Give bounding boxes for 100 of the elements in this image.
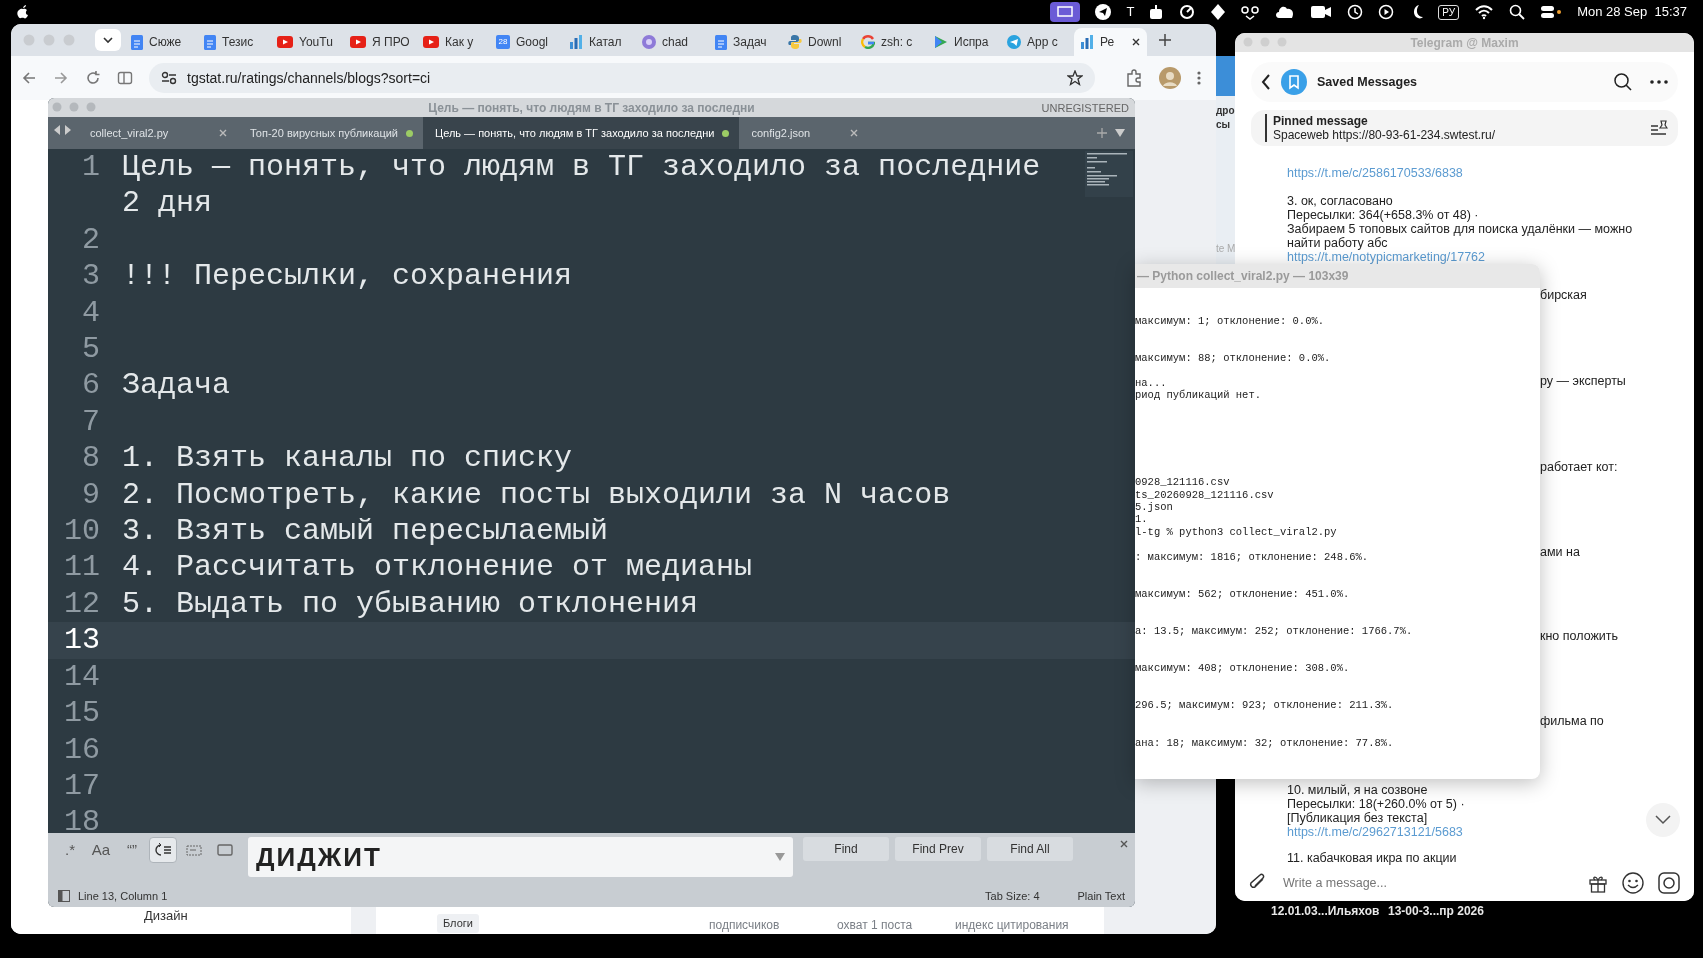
editor-tab[interactable]: Цель — понять, что людям в ТГ заходило за последни bbox=[423, 117, 740, 149]
message-text: 10. милый, я на созвоне bbox=[1287, 783, 1429, 797]
find-button[interactable]: Find Prev bbox=[895, 837, 981, 861]
line-number: 1 bbox=[81, 149, 100, 186]
search-field[interactable]: ДИДЖИТ bbox=[248, 837, 793, 877]
status-text[interactable]: Т bbox=[1126, 2, 1135, 22]
browser-tab[interactable]: Тезис bbox=[198, 28, 271, 56]
site-settings-icon[interactable] bbox=[161, 71, 177, 85]
play-icon[interactable] bbox=[1378, 4, 1395, 20]
option-toggle[interactable]: .* bbox=[56, 837, 84, 863]
gauge-icon[interactable] bbox=[1178, 4, 1197, 20]
browser-tab[interactable]: Сюже bbox=[125, 28, 198, 56]
category-tag[interactable]: Блоги bbox=[437, 914, 479, 933]
option-toggle[interactable]: “” bbox=[118, 837, 146, 863]
diamond-icon[interactable] bbox=[1211, 4, 1226, 20]
browser-tab[interactable]: YouTu bbox=[271, 28, 344, 56]
cloud-icon[interactable] bbox=[1275, 4, 1296, 20]
emoji-icon[interactable] bbox=[1622, 872, 1644, 894]
selection-icon bbox=[185, 842, 203, 858]
browser-tab[interactable]: Я ПРО bbox=[344, 28, 417, 56]
pinned-message-bar[interactable]: Pinned message Spaceweb https://80-93-61-234.swtest.ru/ bbox=[1251, 110, 1678, 146]
browser-tab[interactable]: zsh: c bbox=[855, 28, 928, 56]
browser-tab[interactable]: App c bbox=[1001, 28, 1074, 56]
video-play-icon bbox=[277, 36, 293, 48]
panel-icon[interactable] bbox=[58, 890, 70, 902]
window-text: дро bbox=[1216, 104, 1236, 118]
find-button[interactable]: Find bbox=[803, 837, 889, 861]
multicolor-ring-icon bbox=[861, 35, 875, 49]
calendar-icon: 28 bbox=[496, 35, 510, 49]
bar-chart-icon bbox=[1080, 35, 1094, 49]
terminal-line: 1. bbox=[1135, 513, 1149, 526]
message-text: кно положить bbox=[1540, 629, 1619, 643]
minimap[interactable] bbox=[1085, 151, 1133, 197]
dropdown-icon[interactable] bbox=[1115, 129, 1125, 137]
message-text: 11. кабачковая икра по акции bbox=[1287, 851, 1458, 865]
browser-tab[interactable]: Downl bbox=[782, 28, 855, 56]
pinned-label: Pinned message bbox=[1273, 114, 1369, 128]
reload-icon[interactable] bbox=[85, 70, 101, 86]
dropdown-icon[interactable] bbox=[775, 853, 785, 861]
browser-tab[interactable]: Катал bbox=[563, 28, 636, 56]
new-tab-icon[interactable] bbox=[1159, 34, 1171, 46]
close-icon[interactable] bbox=[1131, 37, 1141, 47]
apple-icon bbox=[16, 4, 30, 20]
bookmark-avatar-icon bbox=[1281, 69, 1307, 95]
terminal-line: ана: 18; максимум: 32; отклонение: 77.8%. bbox=[1135, 736, 1395, 750]
file-label[interactable]: 12.01.03...Ильяхов bbox=[1271, 902, 1380, 920]
search-icon[interactable] bbox=[1509, 4, 1526, 20]
browser-tab[interactable]: 28 Googl bbox=[490, 28, 563, 56]
message-text: ами на bbox=[1540, 545, 1580, 559]
browser-tab[interactable]: Как у bbox=[417, 28, 490, 56]
terminal-line: ts_20260928_121116.csv bbox=[1135, 488, 1275, 501]
document-icon bbox=[715, 34, 727, 50]
line-number: 10 bbox=[63, 513, 100, 550]
tab-arrows-icon[interactable] bbox=[54, 125, 72, 135]
more-icon[interactable] bbox=[1650, 80, 1668, 84]
message-text: Пересылки: 18(+260.0% от 5) · bbox=[1287, 797, 1466, 811]
browser-tab[interactable]: Испра bbox=[928, 28, 1001, 56]
browser-tab[interactable]: chad bbox=[636, 28, 709, 56]
address-bar[interactable]: tgstat.ru/ratings/channels/blogs?sort=ci bbox=[149, 63, 1095, 93]
camera-icon[interactable] bbox=[1658, 872, 1680, 894]
editor-tab[interactable]: Топ-20 вирусных публикаций bbox=[238, 117, 423, 149]
forward-arrow-icon[interactable] bbox=[53, 70, 69, 86]
control-center-icon[interactable] bbox=[1540, 4, 1563, 20]
scroll-down-button[interactable] bbox=[1646, 803, 1680, 837]
window-text: te M bbox=[1216, 242, 1236, 256]
side-panel-icon[interactable] bbox=[117, 70, 133, 86]
find-button[interactable]: Find All bbox=[987, 837, 1073, 861]
wifi-icon[interactable] bbox=[1474, 4, 1495, 20]
puzzle-icon[interactable] bbox=[1125, 69, 1143, 87]
line-number: 13 bbox=[63, 622, 100, 659]
text-line: Задача bbox=[122, 367, 231, 404]
message-text: фильма по bbox=[1540, 714, 1604, 728]
line-number: 15 bbox=[63, 695, 100, 732]
paper-plane-icon[interactable] bbox=[1095, 4, 1112, 20]
document-icon bbox=[204, 34, 216, 50]
robot-icon[interactable] bbox=[1149, 4, 1164, 20]
text-line: 5. Выдать по убыванию отклонения bbox=[122, 585, 699, 623]
option-toggle[interactable]: Aa bbox=[87, 837, 115, 863]
status-text[interactable]: Tab Size: 4 bbox=[985, 887, 1040, 905]
editor-tab[interactable]: collect_viral2.py bbox=[78, 117, 238, 149]
text-line: 4. Рассчитать отклонение от медианы bbox=[122, 549, 753, 586]
file-label[interactable]: 13-00-3...пр 2026 bbox=[1388, 902, 1484, 920]
camera-icon[interactable] bbox=[1310, 4, 1333, 20]
editor-tab[interactable]: config2.json bbox=[739, 117, 870, 149]
search-icon[interactable] bbox=[1614, 73, 1632, 91]
browser-tab[interactable]: Ре bbox=[1074, 28, 1147, 56]
browser-tab[interactable]: Задач bbox=[709, 28, 782, 56]
terminal-line: максимум: 408; отклонение: 308.0%. bbox=[1135, 662, 1351, 675]
message-field[interactable]: Write a message... bbox=[1281, 875, 1574, 891]
input-source[interactable]: РУ bbox=[1438, 4, 1460, 20]
status-text: Line 13, Column 1 bbox=[78, 888, 168, 904]
history-icon[interactable] bbox=[1347, 4, 1364, 20]
option-toggle[interactable] bbox=[149, 837, 177, 863]
screen-mirror-icon[interactable] bbox=[1050, 2, 1081, 22]
tab-search-icon[interactable] bbox=[95, 29, 121, 51]
status-text[interactable]: Plain Text bbox=[1077, 887, 1125, 905]
banner bbox=[1216, 56, 1236, 96]
line-number: 6 bbox=[81, 367, 100, 404]
pin-list-icon[interactable] bbox=[1650, 120, 1668, 136]
star-icon[interactable] bbox=[1067, 70, 1083, 86]
